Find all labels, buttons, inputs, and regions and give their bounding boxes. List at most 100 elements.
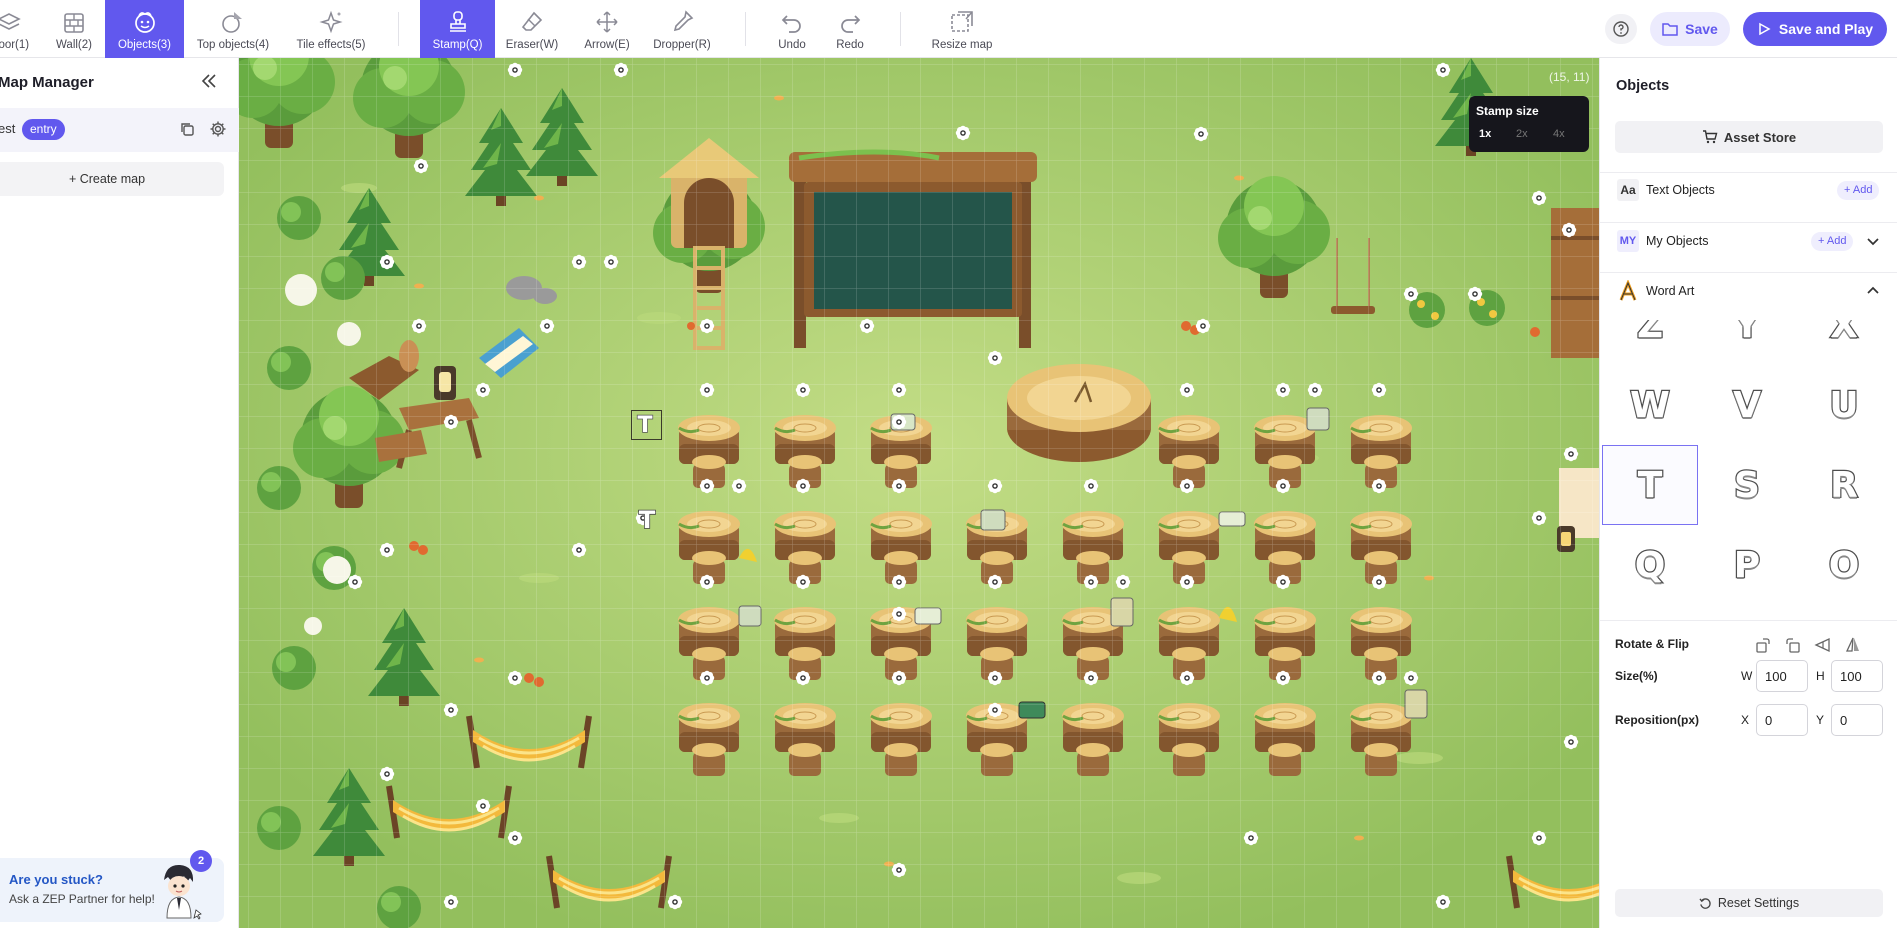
toolbar-divider: [398, 12, 399, 46]
folder-icon: [1662, 23, 1678, 36]
copy-icon: [181, 123, 194, 136]
tool-tile-effects-label: Tile effects(5): [296, 39, 366, 51]
divider: [1600, 272, 1897, 273]
save-button[interactable]: Save: [1650, 12, 1730, 46]
word-art-letter[interactable]: U: [1796, 365, 1892, 445]
stamp-size-4x[interactable]: 4x: [1553, 128, 1565, 140]
create-map-button[interactable]: + Create map: [0, 162, 224, 196]
add-my-object-button[interactable]: + Add: [1811, 232, 1854, 251]
asset-store-button[interactable]: Asset Store: [1615, 121, 1883, 153]
stamp-size-2x[interactable]: 2x: [1516, 128, 1528, 140]
rotate-left-icon[interactable]: [1754, 636, 1772, 654]
word-art-letter[interactable]: X: [1796, 320, 1892, 365]
stamp-size-panel: Stamp size 1x 2x 4x: [1469, 96, 1589, 152]
save-and-play-label: Save and Play: [1778, 21, 1874, 37]
duplicate-map-button[interactable]: [179, 121, 195, 142]
map-name: est: [0, 121, 16, 136]
word-art-letter[interactable]: P: [1699, 525, 1795, 605]
entry-badge: entry: [22, 119, 65, 140]
reposition-y-label: Y: [1816, 713, 1825, 727]
save-and-play-button[interactable]: Save and Play: [1743, 12, 1887, 46]
tool-objects[interactable]: Objects(3): [105, 0, 184, 58]
tool-undo[interactable]: Undo: [770, 0, 814, 58]
word-art-letter[interactable]: S: [1699, 445, 1795, 525]
tool-wall[interactable]: Wall(2): [48, 0, 100, 58]
tool-arrow[interactable]: Arrow(E): [577, 0, 637, 58]
redo-icon: [841, 15, 861, 33]
word-art-letter[interactable]: R: [1796, 445, 1892, 525]
word-art-letter-selected[interactable]: T: [1602, 445, 1698, 525]
stamp-cursor: T: [631, 410, 662, 440]
stamp-preview: T: [637, 412, 654, 437]
category-text-objects[interactable]: Aa Text Objects + Add: [1615, 176, 1883, 206]
tool-arrow-label: Arrow(E): [584, 39, 630, 51]
eraser-icon: [521, 11, 543, 31]
category-label: Word Art: [1646, 284, 1695, 298]
tool-resize-map[interactable]: Resize map: [926, 0, 998, 58]
rotate-right-icon[interactable]: [1784, 636, 1802, 654]
size-h-label: H: [1816, 669, 1825, 683]
tool-dropper[interactable]: Dropper(R): [648, 0, 716, 58]
word-art-letter[interactable]: Y: [1699, 320, 1795, 365]
map-settings-button[interactable]: [209, 120, 227, 143]
reposition-row: Reposition(px) X Y: [1615, 704, 1883, 736]
reposition-y-input[interactable]: [1831, 704, 1883, 736]
tool-tile-effects[interactable]: Tile effects(5): [290, 0, 372, 58]
chevron-down-icon[interactable]: [1865, 233, 1881, 249]
reposition-x-input[interactable]: [1756, 704, 1808, 736]
toolbar-divider: [900, 12, 901, 46]
map-scene: T: [239, 58, 1599, 928]
word-art-letter[interactable]: V: [1699, 365, 1795, 445]
word-art-letter[interactable]: L: [1796, 605, 1892, 617]
reset-settings-button[interactable]: Reset Settings: [1615, 889, 1883, 917]
map-list-item[interactable]: est entry: [0, 108, 239, 152]
wall-grid-icon: [64, 13, 84, 33]
toolbar-divider: [745, 12, 746, 46]
objects-face-icon: [134, 12, 155, 33]
flip-vertical-icon[interactable]: [1844, 636, 1862, 654]
chevron-up-icon[interactable]: [1865, 283, 1881, 299]
objects-panel: Objects Asset Store Aa Text Objects + Ad…: [1599, 58, 1897, 928]
map-editor: Floor(1) Wall(2) Objects(3) Top objects(…: [0, 0, 1897, 928]
word-art-letter[interactable]: Z: [1602, 320, 1698, 365]
collapse-panel-button[interactable]: [200, 72, 218, 95]
reset-icon: [1699, 897, 1711, 909]
category-my-objects[interactable]: MY My Objects + Add: [1615, 227, 1883, 257]
word-art-letter[interactable]: Q: [1602, 525, 1698, 605]
help-partner-card[interactable]: Are you stuck? Ask a ZEP Partner for hel…: [0, 850, 224, 922]
tool-redo[interactable]: Redo: [827, 0, 873, 58]
flip-horizontal-icon[interactable]: [1814, 636, 1832, 654]
tool-top-objects[interactable]: Top objects(4): [192, 0, 274, 58]
word-art-letter[interactable]: M: [1699, 605, 1795, 617]
reset-settings-label: Reset Settings: [1717, 896, 1800, 910]
tool-floor[interactable]: Floor(1): [0, 0, 38, 58]
tool-stamp[interactable]: Stamp(Q): [420, 0, 495, 58]
rotate-flip-row: Rotate & Flip: [1615, 632, 1883, 658]
divider: [1600, 222, 1897, 223]
dropper-icon: [673, 10, 694, 32]
stamp-size-1x[interactable]: 1x: [1479, 128, 1491, 140]
category-word-art[interactable]: Word Art: [1615, 277, 1883, 307]
word-art-letter[interactable]: W: [1602, 365, 1698, 445]
divider: [1600, 620, 1897, 621]
help-card-title: Are you stuck?: [9, 872, 103, 887]
move-arrows-icon: [596, 11, 618, 33]
tool-eraser-label: Eraser(W): [505, 39, 559, 51]
word-art-letter[interactable]: N: [1602, 605, 1698, 617]
size-width-input[interactable]: [1756, 660, 1808, 692]
tool-eraser[interactable]: Eraser(W): [502, 0, 562, 58]
reposition-label: Reposition(px): [1615, 713, 1699, 727]
size-height-input[interactable]: [1831, 660, 1883, 692]
map-canvas[interactable]: T (15, 11) T Stamp size 1x 2x 4x: [239, 58, 1599, 928]
help-button[interactable]: [1605, 14, 1637, 44]
sparkle-star-icon: [319, 10, 343, 34]
stamp-icon: [449, 11, 466, 32]
layers-icon: [0, 13, 21, 30]
word-art-letter[interactable]: O: [1796, 525, 1892, 605]
word-art-grid: Z Y X W V U T S R Q P O N M L: [1600, 320, 1897, 617]
help-card-subtitle: Ask a ZEP Partner for help!: [9, 892, 155, 906]
undo-icon: [781, 15, 801, 33]
tool-stamp-label: Stamp(Q): [432, 39, 483, 51]
add-text-object-button[interactable]: + Add: [1837, 181, 1880, 200]
tool-wall-label: Wall(2): [56, 39, 92, 51]
